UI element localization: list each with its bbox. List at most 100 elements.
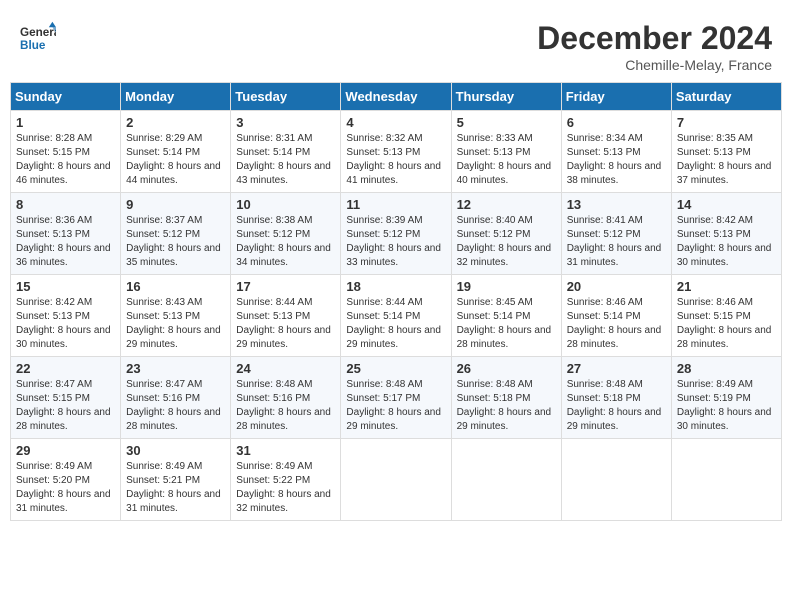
calendar-cell: 25 Sunrise: 8:48 AMSunset: 5:17 PMDayligh… — [341, 357, 451, 439]
cell-info: Sunrise: 8:34 AMSunset: 5:13 PMDaylight:… — [567, 132, 666, 188]
day-number: 3 — [236, 115, 335, 130]
day-number: 2 — [126, 115, 225, 130]
day-number: 23 — [126, 361, 225, 376]
day-number: 28 — [677, 361, 776, 376]
calendar-cell: 9 Sunrise: 8:37 AMSunset: 5:12 PMDaylight… — [121, 193, 231, 275]
calendar-cell: 26Sunrise: 8:48 AMSunset: 5:18 PMDayligh… — [451, 357, 561, 439]
calendar-cell: 18 Sunrise: 8:44 AMSunset: 5:14 PMDayligh… — [341, 275, 451, 357]
cell-info: Sunrise: 8:47 AMSunset: 5:15 PMDaylight:… — [16, 378, 115, 434]
calendar-cell: 27 Sunrise: 8:48 AMSunset: 5:18 PMDayligh… — [561, 357, 671, 439]
cell-info: Sunrise: 8:39 AMSunset: 5:12 PMDaylight:… — [346, 214, 445, 270]
calendar-cell: 28 Sunrise: 8:49 AMSunset: 5:19 PMDayligh… — [671, 357, 781, 439]
calendar-cell: 19 Sunrise: 8:45 AMSunset: 5:14 PMDayligh… — [451, 275, 561, 357]
cell-info: Sunrise: 8:48 AMSunset: 5:17 PMDaylight:… — [346, 378, 445, 434]
day-number: 5 — [457, 115, 556, 130]
calendar-week-row: 22 Sunrise: 8:47 AMSunset: 5:15 PMDayligh… — [11, 357, 782, 439]
calendar-cell: 13Sunrise: 8:41 AMSunset: 5:12 PMDayligh… — [561, 193, 671, 275]
cell-info: Sunrise: 8:46 AMSunset: 5:15 PMDaylight:… — [677, 296, 776, 352]
cell-info: Sunrise: 8:37 AMSunset: 5:12 PMDaylight:… — [126, 214, 225, 270]
cell-info: Sunrise: 8:29 AMSunset: 5:14 PMDaylight:… — [126, 132, 225, 188]
day-number: 7 — [677, 115, 776, 130]
day-number: 25 — [346, 361, 445, 376]
day-number: 21 — [677, 279, 776, 294]
day-number: 29 — [16, 443, 115, 458]
day-number: 4 — [346, 115, 445, 130]
cell-info: Sunrise: 8:46 AMSunset: 5:14 PMDaylight:… — [567, 296, 666, 352]
calendar-cell: 4 Sunrise: 8:32 AMSunset: 5:13 PMDaylight… — [341, 111, 451, 193]
calendar-cell: 29 Sunrise: 8:49 AMSunset: 5:20 PMDayligh… — [11, 439, 121, 521]
calendar-cell: 20 Sunrise: 8:46 AMSunset: 5:14 PMDayligh… — [561, 275, 671, 357]
svg-text:Blue: Blue — [20, 39, 46, 52]
location-subtitle: Chemille-Melay, France — [537, 57, 772, 73]
cell-info: Sunrise: 8:48 AMSunset: 5:18 PMDaylight:… — [567, 378, 666, 434]
day-number: 9 — [126, 197, 225, 212]
cell-info: Sunrise: 8:42 AMSunset: 5:13 PMDaylight:… — [16, 296, 115, 352]
calendar-cell: 17Sunrise: 8:44 AMSunset: 5:13 PMDayligh… — [231, 275, 341, 357]
calendar-cell — [671, 439, 781, 521]
day-number: 14 — [677, 197, 776, 212]
calendar-body: 1 Sunrise: 8:28 AMSunset: 5:15 PMDaylight… — [11, 111, 782, 521]
cell-info: Sunrise: 8:38 AMSunset: 5:12 PMDaylight:… — [236, 214, 335, 270]
month-year-title: December 2024 — [537, 20, 772, 57]
cell-info: Sunrise: 8:49 AMSunset: 5:19 PMDaylight:… — [677, 378, 776, 434]
day-number: 16 — [126, 279, 225, 294]
day-number: 8 — [16, 197, 115, 212]
calendar-cell: 16 Sunrise: 8:43 AMSunset: 5:13 PMDayligh… — [121, 275, 231, 357]
cell-info: Sunrise: 8:47 AMSunset: 5:16 PMDaylight:… — [126, 378, 225, 434]
weekday-header-wednesday: Wednesday — [341, 83, 451, 111]
logo: General Blue — [20, 20, 56, 56]
calendar-cell: 2 Sunrise: 8:29 AMSunset: 5:14 PMDaylight… — [121, 111, 231, 193]
day-number: 10 — [236, 197, 335, 212]
page-header: General Blue December 2024 Chemille-Mela… — [10, 10, 782, 78]
calendar-cell — [341, 439, 451, 521]
calendar-cell: 12Sunrise: 8:40 AMSunset: 5:12 PMDayligh… — [451, 193, 561, 275]
cell-info: Sunrise: 8:35 AMSunset: 5:13 PMDaylight:… — [677, 132, 776, 188]
cell-info: Sunrise: 8:32 AMSunset: 5:13 PMDaylight:… — [346, 132, 445, 188]
calendar-week-row: 15Sunrise: 8:42 AMSunset: 5:13 PMDayligh… — [11, 275, 782, 357]
day-number: 20 — [567, 279, 666, 294]
cell-info: Sunrise: 8:28 AMSunset: 5:15 PMDaylight:… — [16, 132, 115, 188]
cell-info: Sunrise: 8:45 AMSunset: 5:14 PMDaylight:… — [457, 296, 556, 352]
day-number: 1 — [16, 115, 115, 130]
day-number: 26 — [457, 361, 556, 376]
weekday-header-monday: Monday — [121, 83, 231, 111]
weekday-header-tuesday: Tuesday — [231, 83, 341, 111]
cell-info: Sunrise: 8:42 AMSunset: 5:13 PMDaylight:… — [677, 214, 776, 270]
cell-info: Sunrise: 8:49 AMSunset: 5:22 PMDaylight:… — [236, 460, 335, 516]
cell-info: Sunrise: 8:44 AMSunset: 5:14 PMDaylight:… — [346, 296, 445, 352]
calendar-cell: 31Sunrise: 8:49 AMSunset: 5:22 PMDayligh… — [231, 439, 341, 521]
calendar-cell — [561, 439, 671, 521]
day-number: 18 — [346, 279, 445, 294]
calendar-cell: 11 Sunrise: 8:39 AMSunset: 5:12 PMDayligh… — [341, 193, 451, 275]
calendar-cell: 21 Sunrise: 8:46 AMSunset: 5:15 PMDayligh… — [671, 275, 781, 357]
day-number: 30 — [126, 443, 225, 458]
weekday-header-thursday: Thursday — [451, 83, 561, 111]
calendar-cell: 8 Sunrise: 8:36 AMSunset: 5:13 PMDaylight… — [11, 193, 121, 275]
calendar-cell: 23 Sunrise: 8:47 AMSunset: 5:16 PMDayligh… — [121, 357, 231, 439]
day-number: 27 — [567, 361, 666, 376]
cell-info: Sunrise: 8:44 AMSunset: 5:13 PMDaylight:… — [236, 296, 335, 352]
weekday-header-saturday: Saturday — [671, 83, 781, 111]
calendar-cell: 5 Sunrise: 8:33 AMSunset: 5:13 PMDaylight… — [451, 111, 561, 193]
cell-info: Sunrise: 8:43 AMSunset: 5:13 PMDaylight:… — [126, 296, 225, 352]
calendar-cell: 30Sunrise: 8:49 AMSunset: 5:21 PMDayligh… — [121, 439, 231, 521]
calendar-cell: 7 Sunrise: 8:35 AMSunset: 5:13 PMDaylight… — [671, 111, 781, 193]
day-number: 24 — [236, 361, 335, 376]
day-number: 6 — [567, 115, 666, 130]
logo-icon: General Blue — [20, 20, 56, 56]
day-number: 22 — [16, 361, 115, 376]
calendar-week-row: 29 Sunrise: 8:49 AMSunset: 5:20 PMDayligh… — [11, 439, 782, 521]
calendar-cell: 10 Sunrise: 8:38 AMSunset: 5:12 PMDayligh… — [231, 193, 341, 275]
cell-info: Sunrise: 8:36 AMSunset: 5:13 PMDaylight:… — [16, 214, 115, 270]
cell-info: Sunrise: 8:33 AMSunset: 5:13 PMDaylight:… — [457, 132, 556, 188]
weekday-header-friday: Friday — [561, 83, 671, 111]
calendar-cell: 3Sunrise: 8:31 AMSunset: 5:14 PMDaylight… — [231, 111, 341, 193]
day-number: 19 — [457, 279, 556, 294]
calendar-cell: 14 Sunrise: 8:42 AMSunset: 5:13 PMDayligh… — [671, 193, 781, 275]
calendar-table: SundayMondayTuesdayWednesdayThursdayFrid… — [10, 82, 782, 521]
calendar-cell: 22 Sunrise: 8:47 AMSunset: 5:15 PMDayligh… — [11, 357, 121, 439]
cell-info: Sunrise: 8:41 AMSunset: 5:12 PMDaylight:… — [567, 214, 666, 270]
cell-info: Sunrise: 8:49 AMSunset: 5:20 PMDaylight:… — [16, 460, 115, 516]
day-number: 12 — [457, 197, 556, 212]
day-number: 11 — [346, 197, 445, 212]
